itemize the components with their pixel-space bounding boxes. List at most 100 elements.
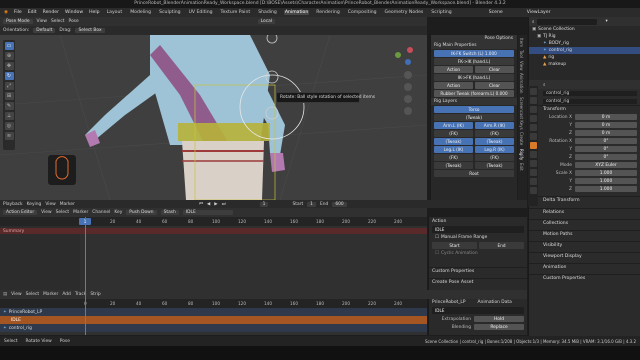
dope-channel-menu[interactable]: Channel	[92, 210, 110, 215]
action-panel-header[interactable]: Action	[429, 217, 527, 225]
view-layer-tab-icon[interactable]	[529, 115, 537, 122]
editor-mode-select[interactable]: Action Editor	[3, 210, 38, 215]
extrapolation-select[interactable]: Hold	[474, 315, 524, 323]
workspace-tab-texture-paint[interactable]: Texture Paint	[220, 10, 252, 15]
workspace-tab-sculpting[interactable]: Sculpting	[158, 10, 181, 15]
layer-arm-r-tweak-toggle[interactable]: (Tweak)	[475, 138, 514, 145]
nla-ruler[interactable]: 0 20 40 60 80 100 120 140 160 180 200 22…	[0, 299, 427, 308]
sidebar-tab-screencast[interactable]: Screencast Keys	[519, 97, 524, 130]
push-down-button[interactable]: Push Down	[126, 210, 157, 215]
current-frame-field[interactable]: 1	[259, 201, 269, 207]
scale-x-field[interactable]: 1.000	[575, 169, 637, 177]
nla-track-action[interactable]: IDLE	[0, 316, 427, 324]
menu-window[interactable]: Window	[65, 10, 83, 15]
nla-action-field[interactable]: IDLE	[432, 307, 524, 314]
stash-button[interactable]: Stash	[160, 210, 179, 215]
nla-track-object[interactable]: ✦ control_rig	[0, 324, 427, 332]
view-layer-selector[interactable]: ViewLayer	[527, 10, 551, 15]
cursor-tool-icon[interactable]: ⊕	[4, 52, 14, 60]
constraints-tab-icon[interactable]	[529, 169, 537, 176]
outliner-search-icon[interactable]: ⌕	[532, 19, 534, 25]
action-button-2[interactable]: Action	[434, 82, 473, 89]
viewport-display-section[interactable]: Viewport Display	[529, 252, 640, 260]
world-tab-icon[interactable]	[529, 133, 537, 140]
ik-to-fk-button[interactable]: IK->FK (hand.L)	[434, 74, 514, 81]
location-x-field[interactable]: 0 m	[575, 113, 637, 121]
jump-start-icon[interactable]: ⏮	[199, 201, 203, 207]
pose-options-button[interactable]: Pose Options	[431, 35, 517, 42]
action-button[interactable]: Action	[434, 66, 473, 73]
workspace-tab-animation[interactable]: Animation	[283, 10, 310, 15]
location-y-field[interactable]: 0 m	[575, 121, 637, 129]
scale-tool-icon[interactable]: ⤢	[4, 82, 14, 90]
transform-orientation-selector[interactable]: Local	[257, 19, 276, 24]
dope-marker-menu[interactable]: Marker	[73, 210, 88, 215]
scene-tab-icon[interactable]	[529, 124, 537, 131]
nla-strip-menu[interactable]: Strip	[90, 292, 100, 297]
location-z-field[interactable]: 0 m	[575, 129, 637, 137]
delta-transform-section[interactable]: Delta Transform	[529, 196, 640, 204]
sidebar-tab-edit[interactable]: Edit	[519, 163, 524, 171]
rotation-x-field[interactable]: 0°	[575, 137, 637, 145]
workspace-tab-compositing[interactable]: Compositing	[347, 10, 378, 15]
scene-selector[interactable]: Scene	[489, 10, 503, 15]
annotate-tool-icon[interactable]: ✎	[4, 102, 14, 110]
ik-fk-switch-slider[interactable]: IK-FK Switch (L) 1.000	[434, 50, 514, 57]
custom-properties-section[interactable]: Custom Properties	[529, 274, 640, 282]
pose-menu[interactable]: Pose	[69, 19, 79, 24]
action-name-field[interactable]: IDLE	[432, 226, 524, 233]
tool-tab-icon[interactable]	[529, 88, 537, 95]
modifier-tab-icon[interactable]	[529, 151, 537, 158]
bone-tab-icon[interactable]	[529, 187, 537, 194]
relations-section[interactable]: Relations	[529, 208, 640, 216]
render-tab-icon[interactable]	[529, 97, 537, 104]
object-tab-icon[interactable]	[529, 142, 537, 149]
orientation-selector[interactable]: Default	[33, 28, 56, 33]
clear-button-2[interactable]: Clear	[475, 82, 514, 89]
output-tab-icon[interactable]	[529, 106, 537, 113]
3d-viewport[interactable]	[0, 35, 427, 200]
layer-arm-r-fk-toggle[interactable]: (FK)	[475, 130, 514, 137]
layer-leg-l-fk-toggle[interactable]: (FK)	[434, 154, 473, 161]
menu-help[interactable]: Help	[89, 10, 99, 15]
rotation-y-field[interactable]: 0°	[575, 145, 637, 153]
scale-z-field[interactable]: 1.000	[575, 185, 637, 193]
select-box-tool-icon[interactable]: ▭	[4, 42, 14, 50]
outliner-row[interactable]: ▲ rig	[529, 54, 640, 61]
fk-to-ik-button[interactable]: FK->IK (hand.L)	[434, 58, 514, 65]
playback-menu[interactable]: Playback	[3, 202, 23, 207]
nla-marker-menu[interactable]: Marker	[43, 292, 58, 297]
timeline-marker-menu[interactable]: Marker	[60, 202, 75, 207]
data-name-field[interactable]: control_rig	[543, 98, 637, 104]
action-start-field[interactable]: Start	[432, 242, 477, 249]
workspace-tab-modeling[interactable]: Modeling	[129, 10, 152, 15]
sidebar-tab-item[interactable]: Item	[519, 38, 524, 47]
layer-arm-l-ik-toggle[interactable]: Arm.L (IK)	[434, 122, 473, 129]
relax-tool-icon[interactable]: ≋	[4, 132, 14, 140]
workspace-tab-geometry-nodes[interactable]: Geometry Nodes	[384, 10, 425, 15]
nla-editor-icon[interactable]: ▤	[3, 292, 7, 297]
measure-tool-icon[interactable]: ⟂	[4, 112, 14, 120]
animation-section[interactable]: Animation	[529, 263, 640, 271]
dope-select-menu[interactable]: Select	[56, 210, 70, 215]
jump-end-icon[interactable]: ⏭	[222, 201, 226, 207]
layer-leg-r-fk-toggle[interactable]: (FK)	[475, 154, 514, 161]
outliner-search-input[interactable]	[537, 18, 598, 25]
mode-selector[interactable]: Pose Mode	[3, 19, 33, 24]
custom-properties-header[interactable]: Custom Properties	[429, 267, 527, 275]
collections-section[interactable]: Collections	[529, 219, 640, 227]
layer-leg-r-tweak-toggle[interactable]: (Tweak)	[475, 162, 514, 169]
end-frame-field[interactable]: 600	[332, 201, 347, 207]
layer-arm-r-ik-toggle[interactable]: Arm.R (IK)	[475, 122, 514, 129]
filter-icon[interactable]: ▾	[605, 19, 607, 24]
physics-tab-icon[interactable]	[529, 160, 537, 167]
drag-selector[interactable]: Select Box	[75, 28, 105, 33]
menu-file[interactable]: File	[14, 10, 22, 15]
sidebar-tab-animation[interactable]: Animation	[519, 73, 524, 93]
layer-leg-l-ik-toggle[interactable]: Leg.L (IK)	[434, 146, 473, 153]
transform-section-header[interactable]: Transform	[529, 105, 640, 113]
start-frame-field[interactable]: 1	[307, 201, 316, 207]
workspace-tab-scripting[interactable]: Scripting	[430, 10, 452, 15]
play-icon[interactable]: ▶	[214, 202, 217, 207]
visibility-section[interactable]: Visibility	[529, 241, 640, 249]
